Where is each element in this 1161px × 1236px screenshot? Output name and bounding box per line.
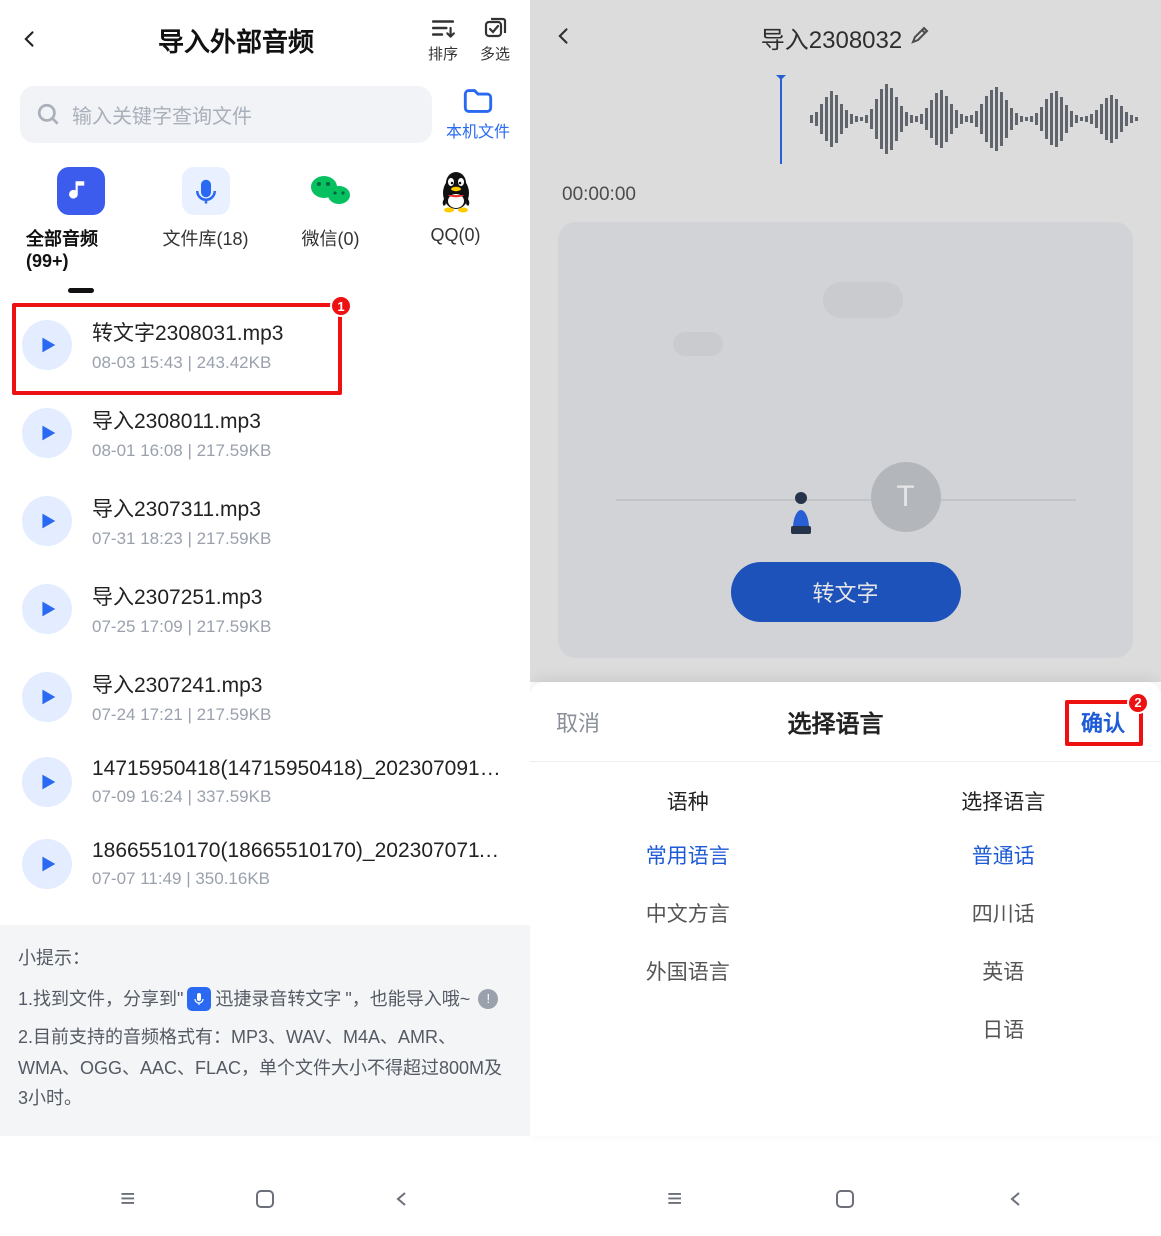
back-button[interactable]	[20, 24, 44, 56]
folder-icon	[463, 88, 493, 114]
play-icon[interactable]	[22, 757, 72, 807]
tab-label: 文件库(18)	[162, 225, 248, 251]
picker-item[interactable]: 常用语言	[646, 826, 730, 884]
sort-icon	[430, 17, 456, 39]
picker-item[interactable]: 英语	[982, 942, 1024, 1000]
search-placeholder: 输入关键字查询文件	[72, 100, 252, 129]
file-row[interactable]: 导入2307251.mp3 07-25 17:09 | 217.59KB	[18, 567, 512, 655]
file-row[interactable]: 导入2307241.mp3 07-24 17:21 | 217.59KB	[18, 655, 512, 743]
nav-back-icon[interactable]	[1008, 1183, 1024, 1214]
file-row[interactable]: 18665510170(18665510170)_202307071149000…	[18, 825, 512, 907]
file-meta: 07-31 18:23 | 217.59KB	[92, 529, 508, 549]
search-icon	[36, 102, 62, 128]
tips-line2: 2.目前支持的音频格式有：MP3、WAV、M4A、AMR、WMA、OGG、AAC…	[18, 1022, 512, 1114]
file-meta: 07-25 17:09 | 217.59KB	[92, 617, 508, 637]
playhead[interactable]	[780, 78, 782, 164]
sheet-title: 选择语言	[788, 704, 884, 739]
file-name: 14715950418(14715950418)_202307091624000…	[92, 757, 508, 781]
annotation-badge: 1	[330, 295, 352, 317]
nav-home-icon[interactable]	[256, 1190, 274, 1208]
timestamp: 00:00:00	[562, 184, 636, 206]
file-meta: 08-01 16:08 | 217.59KB	[92, 441, 508, 461]
file-name: 转文字2308031.mp3	[92, 317, 508, 347]
multiselect-icon	[482, 17, 508, 39]
tips-heading: 小提示：	[18, 943, 512, 974]
person-icon	[781, 488, 821, 538]
picker-item[interactable]: 中文方言	[646, 884, 730, 942]
sheet-confirm-button[interactable]: 确认	[1071, 705, 1135, 742]
tab-label: 微信(0)	[302, 225, 360, 251]
tab-label: QQ(0)	[430, 225, 480, 246]
info-icon[interactable]: !	[478, 989, 498, 1009]
file-row[interactable]: 14715950418(14715950418)_202307091624000…	[18, 743, 512, 825]
file-row[interactable]: 导入2308011.mp3 08-01 16:08 | 217.59KB	[18, 391, 512, 479]
waveform	[810, 84, 1141, 154]
edit-title-button[interactable]	[910, 25, 930, 50]
back-button[interactable]	[554, 21, 578, 53]
android-navbar: ≡	[530, 1183, 1161, 1214]
convert-button[interactable]: 转文字	[731, 562, 961, 622]
pencil-icon	[910, 25, 930, 45]
transcript-card: T 转文字	[558, 222, 1133, 658]
play-icon[interactable]	[22, 496, 72, 546]
recording-title: 导入2308032	[761, 20, 902, 55]
picker-item[interactable]: 普通话	[972, 826, 1035, 884]
tips-panel: 小提示： 1.找到文件，分享到" 迅捷录音转文字 "，也能导入哦~ ! 2.目前…	[0, 925, 530, 1136]
picker-item[interactable]: 日语	[982, 1000, 1024, 1058]
tab-lib[interactable]: 文件库(18)	[143, 167, 268, 293]
play-icon[interactable]	[22, 584, 72, 634]
file-name: 导入2308011.mp3	[92, 405, 508, 435]
waveform-area[interactable]	[530, 74, 1161, 174]
file-meta: 08-03 15:43 | 243.42KB	[92, 353, 508, 373]
file-meta: 07-24 17:21 | 217.59KB	[92, 705, 508, 725]
mic-icon: T	[871, 462, 941, 532]
nav-recent-icon[interactable]: ≡	[120, 1183, 135, 1214]
tab-all[interactable]: 全部音频(99+)	[18, 167, 143, 293]
cloud-icon	[823, 282, 903, 318]
file-meta: 07-07 11:49 | 350.16KB	[92, 869, 508, 889]
right-header: 导入2308032	[530, 0, 1161, 74]
right-pane: 导入2308032 00:00:00 T 转文字	[530, 0, 1161, 1236]
tab-wx[interactable]: 微信(0)	[268, 167, 393, 293]
sort-button[interactable]: 排序	[428, 17, 458, 64]
nav-home-icon[interactable]	[836, 1190, 854, 1208]
source-tabs: 全部音频(99+) 文件库(18) 微信(0) QQ(0) 系统	[0, 153, 530, 293]
file-name: 18665510170(18665510170)_202307071149000…	[92, 839, 508, 863]
sheet-cancel-button[interactable]: 取消	[556, 706, 600, 738]
play-icon[interactable]	[22, 320, 72, 370]
multiselect-button[interactable]: 多选	[480, 17, 510, 64]
nav-back-icon[interactable]	[394, 1183, 410, 1214]
file-row[interactable]: 导入2307311.mp3 07-31 18:23 | 217.59KB	[18, 479, 512, 567]
language-option-col: 选择语言 普通话四川话英语日语	[846, 770, 1161, 1058]
annotation-badge: 2	[1127, 692, 1149, 714]
nav-recent-icon[interactable]: ≡	[667, 1183, 682, 1214]
play-icon[interactable]	[22, 839, 72, 889]
left-header: 导入外部音频 排序 多选	[0, 0, 530, 80]
play-icon[interactable]	[22, 408, 72, 458]
local-file-button[interactable]: 本机文件	[446, 88, 510, 142]
file-list: 转文字2308031.mp3 08-03 15:43 | 243.42KB 1 导入2…	[0, 293, 530, 907]
file-meta: 07-09 16:24 | 337.59KB	[92, 787, 508, 807]
app-icon	[187, 987, 211, 1011]
language-sheet: 取消 选择语言 确认 2 语种 常用语言中文方言外国语言 选择语言 普通话四川话…	[530, 682, 1161, 1136]
play-icon[interactable]	[22, 672, 72, 722]
file-name: 导入2307251.mp3	[92, 581, 508, 611]
left-pane: 导入外部音频 排序 多选 输入关键字查询文件 本机文件 全部音频(99+) 文件库…	[0, 0, 530, 1236]
language-category-col: 语种 常用语言中文方言外国语言	[530, 770, 846, 1058]
file-name: 导入2307241.mp3	[92, 669, 508, 699]
file-row[interactable]: 转文字2308031.mp308-03 15:43 | 243.42KB1	[18, 303, 512, 391]
android-navbar: ≡	[0, 1183, 530, 1214]
file-name: 导入2307311.mp3	[92, 493, 508, 523]
tab-sys[interactable]: 系统	[518, 167, 530, 293]
search-input[interactable]: 输入关键字查询文件	[20, 86, 432, 143]
tab-qq[interactable]: QQ(0)	[393, 167, 518, 293]
picker-item[interactable]: 四川话	[972, 884, 1035, 942]
page-title: 导入外部音频	[44, 22, 428, 59]
picker-item[interactable]: 外国语言	[646, 942, 730, 1000]
tab-label: 全部音频(99+)	[26, 225, 135, 272]
